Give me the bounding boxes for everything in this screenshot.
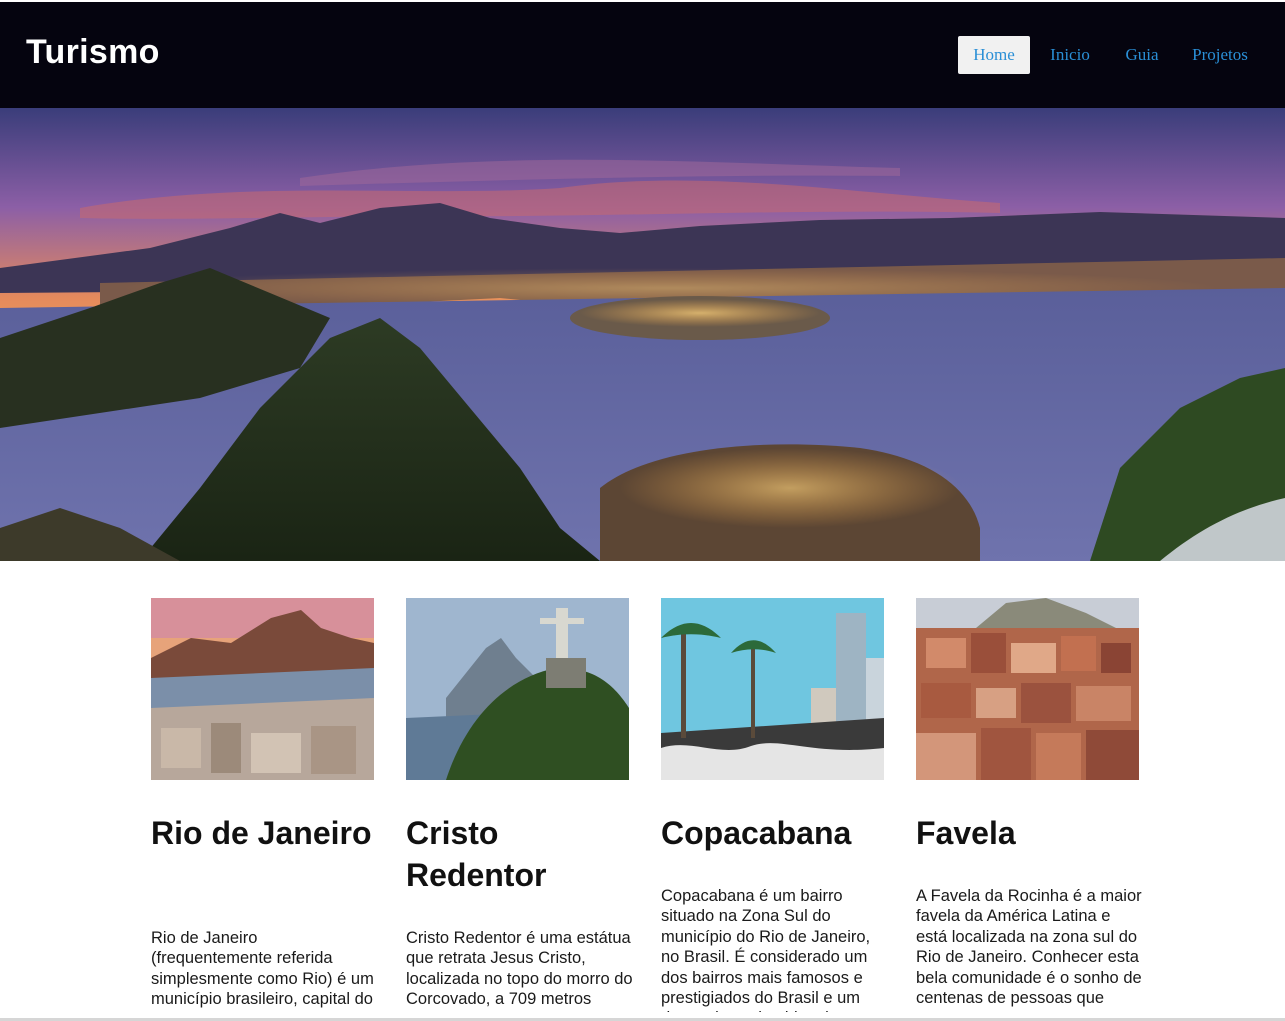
card-title: Rio de Janeiro [151, 815, 372, 851]
hero-panorama [0, 108, 1285, 561]
card-copacabana[interactable]: Copacabana Copacabana é um bairro situad… [661, 598, 884, 1012]
card-title: Favela [916, 815, 1016, 851]
brand-logo[interactable]: Turismo [26, 32, 160, 72]
nav-projetos[interactable]: Projetos [1182, 36, 1258, 74]
nav-guia[interactable]: Guia [1114, 36, 1170, 74]
card-image-cristo[interactable] [406, 598, 629, 780]
card-description: A Favela da Rocinha é a maior favela da … [916, 887, 1142, 1008]
card-cristo-redentor[interactable]: Cristo Redentor Cristo Redentor é uma es… [406, 598, 633, 1012]
hero-image [0, 108, 1285, 561]
card-title: Copacabana [661, 815, 852, 851]
card-image-copacabana[interactable] [661, 598, 884, 780]
card-description: Copacabana é um bairro situado na Zona S… [661, 887, 871, 1012]
nav-inicio[interactable]: Inicio [1038, 36, 1102, 74]
card-favela[interactable]: Favela A Favela da Rocinha é a maior fav… [916, 598, 1142, 1007]
navbar: Turismo Home Inicio Guia Projetos [0, 2, 1285, 108]
card-title: Cristo Redentor [406, 815, 547, 893]
card-description: Cristo Redentor é uma estátua que retrat… [406, 929, 633, 1012]
card-rio-de-janeiro[interactable]: Rio de Janeiro Rio de Janeiro (frequente… [151, 598, 374, 1012]
card-description: Rio de Janeiro (frequentemente referida … [151, 929, 374, 1012]
card-image-favela[interactable] [916, 598, 1139, 780]
card-image-rio[interactable] [151, 598, 374, 780]
nav-home[interactable]: Home [958, 36, 1030, 74]
